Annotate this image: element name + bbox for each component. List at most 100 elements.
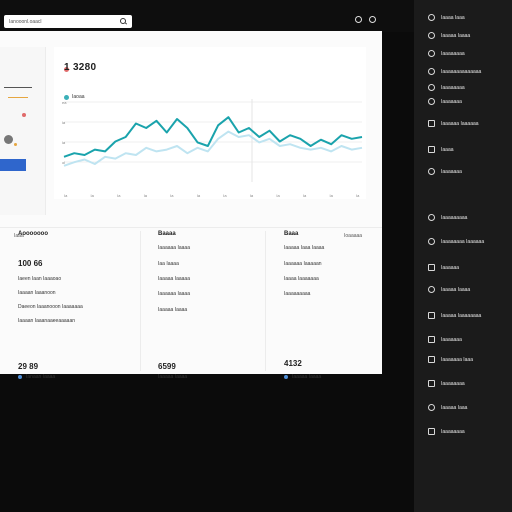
x-tick-label: Ia (250, 193, 254, 198)
sidebar-item[interactable]: Iaaaaaaa (428, 98, 462, 105)
sidebar-item-label: Iaaaaaaa Iaaa (441, 356, 473, 363)
column-total: 4132 (284, 359, 302, 368)
sidebar-item-label: Iaaaa Iaaa (441, 14, 465, 21)
top-bar: Ianooonl.oaacl (0, 0, 414, 32)
square-icon (428, 146, 435, 153)
foot-dot (18, 375, 22, 379)
sidebar-item[interactable]: Iaaaaaaaa Iaaaaaa (428, 238, 484, 245)
sidebar-item[interactable]: Iaaaaa Iaaaa (428, 286, 470, 293)
column-line: Iaeen Iaan Iaaaoao (18, 276, 62, 282)
column-line: Iaaaan Iaaanoon (18, 290, 56, 296)
column-title: Aooooooo (18, 231, 48, 237)
sidebar-item-label: Iaaaaaaa (441, 336, 462, 343)
column-total: 6599 (158, 362, 176, 371)
x-tick-label: Ia (329, 193, 333, 198)
line-chart: ealalaolIa Ia Ia Ia Ia Ia Ia Ia Ia Ia Ia Ia (62, 99, 363, 198)
sidebar-item[interactable]: Iaaaaaaaaaaaaaa (428, 68, 481, 75)
mini-line (8, 97, 28, 98)
circle-icon (428, 32, 435, 39)
search-input[interactable]: Ianooonl.oaacl (9, 19, 120, 25)
column-line: Iaaaa Iaaaaaaa (284, 276, 319, 282)
y-tick-label: ea (62, 100, 67, 105)
notification-icon[interactable] (369, 16, 376, 23)
sidebar-item[interactable]: Iaaaa (428, 146, 454, 153)
square-icon (428, 120, 435, 127)
sidebar-item[interactable]: Iaaaaaaaa (428, 380, 465, 387)
divider (0, 227, 382, 228)
column-value: 100 66 (18, 259, 43, 268)
sidebar-item[interactable]: Iaaaaaaaaa (428, 214, 467, 221)
column-line: Iaa Iaaaa (158, 261, 179, 267)
mini-map-widget (0, 47, 46, 215)
square-icon (428, 264, 435, 271)
sidebar-item[interactable]: Iaaaaaaaa (428, 50, 465, 57)
x-tick-label: Ia (170, 193, 174, 198)
sidebar-item-label: Iaaaa (441, 146, 454, 153)
sidebar-item-label: Iaaaaaaaaa (441, 214, 468, 221)
x-tick-label: Ia (197, 193, 201, 198)
column-foot[interactable]: Ianaan Iaaaa (26, 374, 55, 380)
search-field[interactable]: Ianooonl.oaacl (4, 15, 132, 28)
circle-icon (428, 68, 435, 75)
summary-column: Baaaa Iaaaaaa Iaaaa Iaa Iaaaa Iaaaaa Iaa… (140, 231, 266, 380)
column-total: 29 89 (18, 362, 39, 371)
x-tick-label: Ia (144, 193, 148, 198)
square-icon (428, 428, 435, 435)
column-line: Iaaaaaaaaa (284, 291, 311, 297)
column-foot[interactable]: Iaaaaa Iaaaa (292, 374, 321, 380)
column-line: Daeeon Iaaanooon Iaaaaaaa (18, 304, 83, 310)
sidebar-item-label: Iaaaaa Iaaa (441, 404, 468, 411)
mini-line (4, 87, 32, 88)
circle-icon (428, 14, 435, 21)
column-line: Iaaaaaa Iaaaa (158, 245, 190, 251)
column-line: Iaaaaa Iaaaaa (158, 276, 190, 282)
column-title: Baaa (284, 231, 299, 237)
square-icon (428, 312, 435, 319)
column-line: Iaaaaa Iaaaa (158, 307, 188, 313)
circle-icon (428, 286, 435, 293)
circle-icon (428, 98, 435, 105)
sidebar-item-label: Iaaaaaaaaaaaaaa (441, 68, 482, 75)
sidebar-item-label: Iaaaaaa (441, 264, 460, 271)
sidebar-item[interactable]: Iaaaaaaa Iaaa (428, 356, 473, 363)
column-foot[interactable]: Iaaaaa Iaaaa (158, 374, 187, 380)
sidebar-item-label: Iaaaaaaaa (441, 428, 465, 435)
sidebar-item-label: Iaaaaa Iaaaa (441, 32, 471, 39)
circle-icon (428, 404, 435, 411)
mini-button[interactable] (0, 159, 26, 171)
sidebar-item[interactable]: Iaaaaaaa (428, 168, 462, 175)
sidebar-item[interactable]: Iaaaaaaa (428, 336, 462, 343)
sidebar-item-label: Iaaaaaaaa Iaaaaaa (441, 238, 485, 245)
column-title: Baaaa (158, 231, 176, 237)
column-line: Iaaaaa Iaaa Iaaaa (284, 245, 325, 251)
square-icon (428, 336, 435, 343)
circle-icon (428, 238, 435, 245)
sidebar-item-label: Iaaaaaaaa (441, 50, 465, 57)
sidebar-item[interactable]: Iaaaa Iaaa (428, 14, 465, 21)
x-tick-label: Ia (64, 193, 68, 198)
sidebar-item[interactable]: Iaaaaa Iaaaa (428, 32, 470, 39)
sidebar-item-label: Iaaaaaaaa (441, 84, 465, 91)
search-icon[interactable] (120, 18, 127, 25)
sidebar-item[interactable]: Iaaaaa Iaaaaaaaa (428, 312, 481, 319)
sidebar-item[interactable]: Iaaaaaa Iaaaaaa (428, 120, 479, 127)
sidebar-item-label: Iaaaaaaa (441, 168, 462, 175)
sidebar-item[interactable]: Iaaaaaa (428, 264, 459, 271)
settings-icon[interactable] (355, 16, 362, 23)
x-tick-label: Ia (276, 193, 280, 198)
circle-icon (428, 214, 435, 221)
sidebar-item-label: Iaaaaaa Iaaaaaa (441, 120, 479, 127)
x-tick-label: Ia (117, 193, 121, 198)
sidebar-item[interactable]: Iaaaaa Iaaa (428, 404, 467, 411)
x-tick-label: Ia (91, 193, 95, 198)
x-tick-label: Ia (303, 193, 307, 198)
square-icon (428, 380, 435, 387)
sidebar-item[interactable]: Iaaaaaaaa (428, 428, 465, 435)
sidebar-item[interactable]: Iaaaaaaaa (428, 84, 465, 91)
circle-icon (428, 50, 435, 57)
column-line: Iaaaaaa Iaaaaan (284, 261, 322, 267)
series-line-1 (63, 116, 363, 158)
dashboard-panel: 1 3280 Iaoaa ea la la ol Ia Ia Ia Ia Ia Ia Ia Ia Ia I… (0, 31, 383, 380)
summary-column: Baaa Iaaaaa Iaaa Iaaaa Iaaaaaa Iaaaaan I… (265, 231, 383, 380)
x-tick-label: Ia (223, 193, 227, 198)
